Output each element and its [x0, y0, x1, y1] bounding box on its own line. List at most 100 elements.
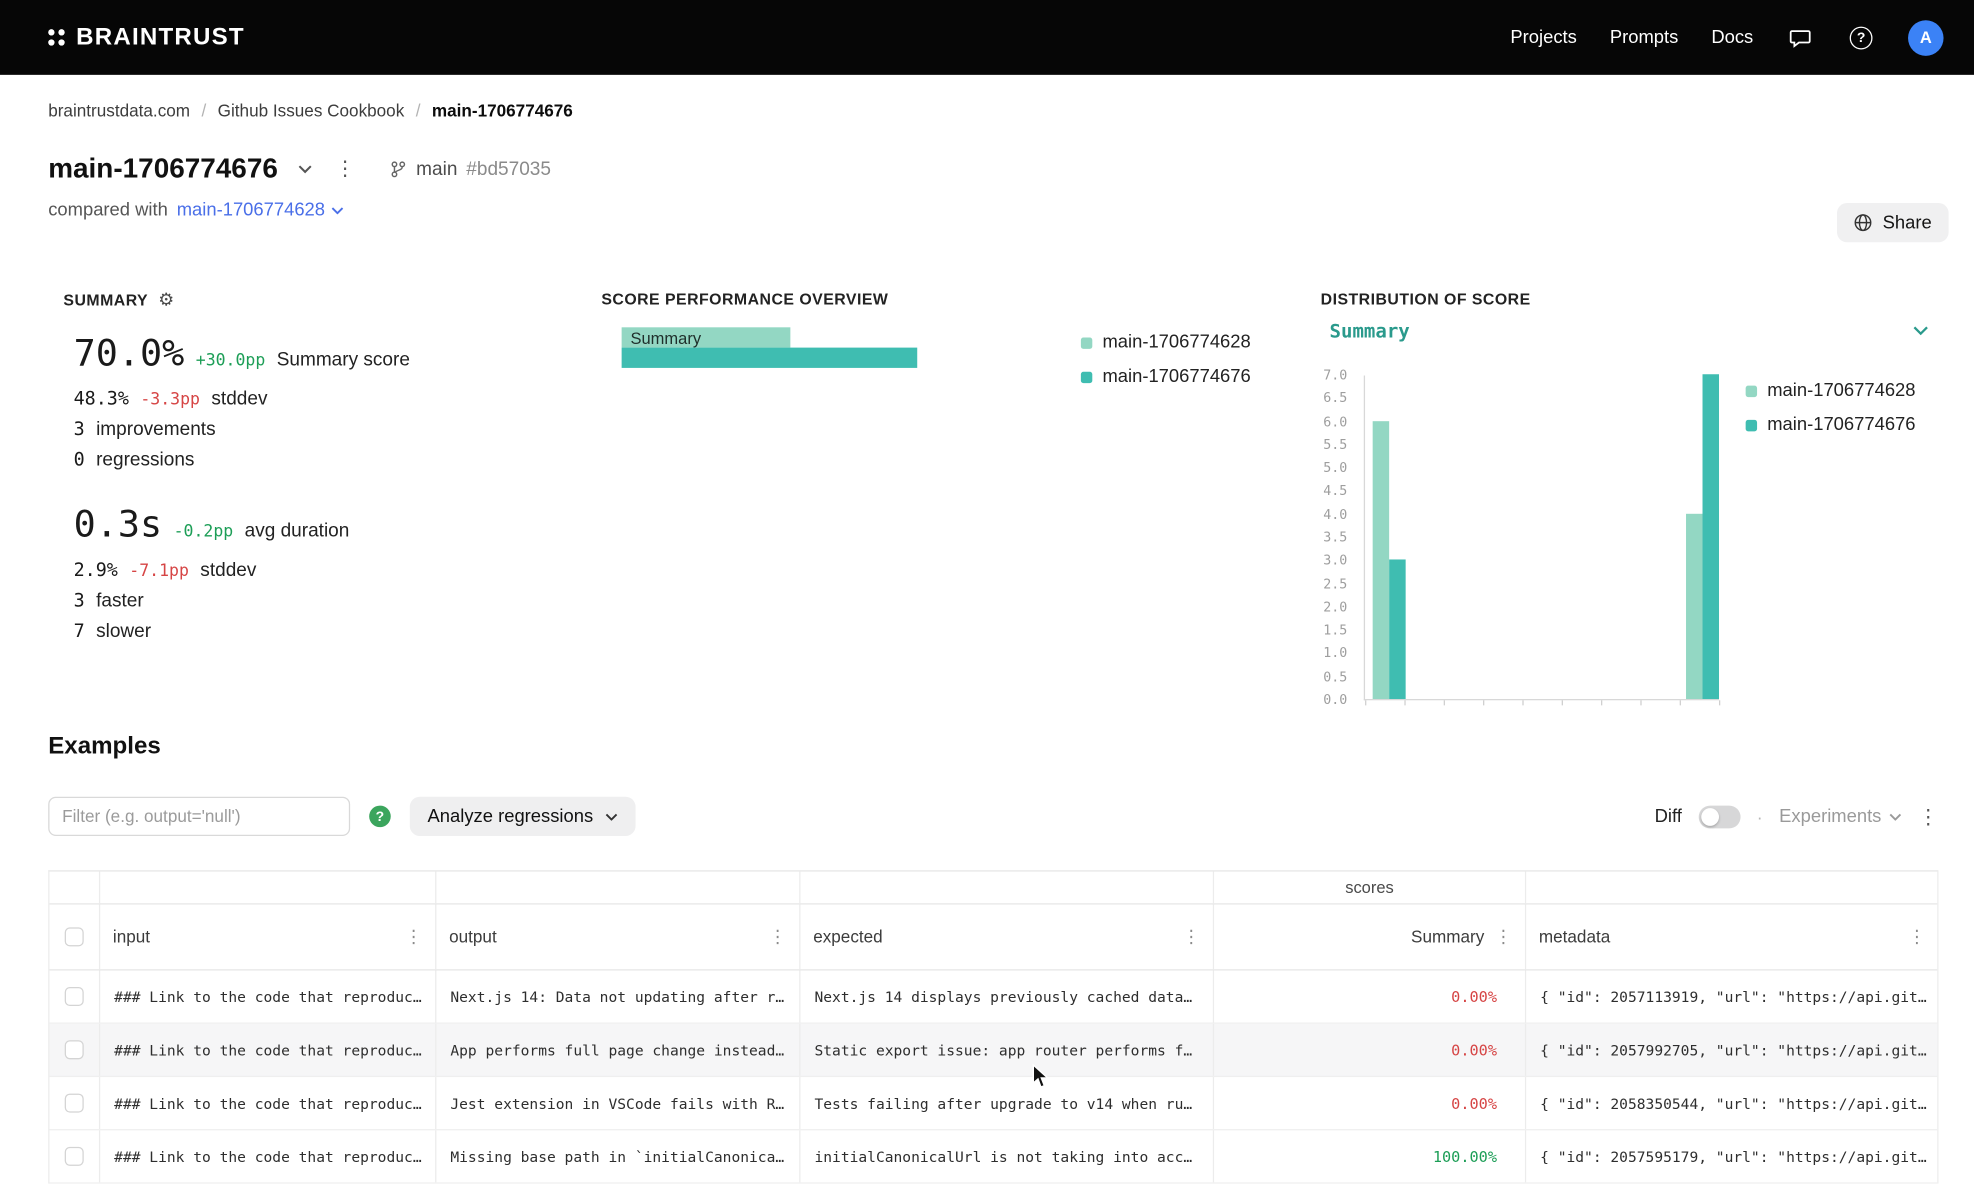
cell-expected: Tests failing after upgrade to v14 when … [799, 1077, 1213, 1129]
cell-metadata: { "id": 2057992705, "url": "https://api.… [1525, 1024, 1939, 1076]
comparison-experiment-link[interactable]: main-1706774628 [177, 200, 344, 220]
feedback-chat-icon[interactable] [1786, 23, 1814, 51]
y-axis-tick-label: 0.5 [1309, 669, 1347, 684]
branch-name: main [416, 158, 457, 180]
brand-name: BRAINTRUST [76, 23, 245, 51]
cell-summary-score: 100.00% [1213, 1130, 1525, 1182]
breadcrumb: braintrustdata.com / Github Issues Cookb… [48, 101, 573, 120]
x-axis-tick [1601, 700, 1602, 705]
column-menu-icon[interactable]: ⋮ [769, 928, 787, 946]
col-header-input: input [113, 927, 150, 946]
faster-label: faster [96, 586, 144, 615]
x-axis-tick [1483, 700, 1484, 705]
x-axis-tick [1562, 700, 1563, 705]
filter-help-icon[interactable]: ? [369, 806, 391, 828]
regressions-label: regressions [96, 445, 194, 474]
table-row[interactable]: ### Link to the code that reproduc… Next… [49, 971, 1937, 1024]
table-header-row: input⋮ output⋮ expected⋮ Summary⋮ metada… [49, 905, 1937, 971]
duration-stddev-delta: -7.1pp [129, 557, 189, 586]
git-branch-icon [390, 159, 408, 178]
legend-label: main-1706774628 [1102, 332, 1250, 352]
breadcrumb-current: main-1706774676 [432, 101, 573, 120]
cell-metadata: { "id": 2057595179, "url": "https://api.… [1525, 1130, 1939, 1182]
chevron-down-icon [1913, 326, 1928, 336]
distribution-panel-title: DISTRIBUTION OF SCORE [1321, 291, 1531, 309]
mouse-cursor [1031, 1063, 1050, 1090]
legend-item: main-1706774676 [1746, 415, 1916, 435]
faster-count: 3 [74, 587, 85, 616]
duration-stddev-label: stddev [200, 556, 256, 585]
table-row[interactable]: ### Link to the code that reproduc… Jest… [49, 1077, 1937, 1130]
improvements-label: improvements [96, 415, 216, 444]
globe-icon [1853, 213, 1872, 232]
row-checkbox[interactable] [65, 1040, 84, 1059]
row-checkbox[interactable] [65, 987, 84, 1006]
gear-icon[interactable]: ⚙ [158, 291, 174, 311]
experiment-header: main-1706774676 ⋮ main #bd57035 [48, 152, 551, 185]
table-row[interactable]: ### Link to the code that reproduc… Miss… [49, 1130, 1937, 1183]
chevron-down-icon [605, 813, 618, 821]
select-all-checkbox[interactable] [65, 927, 84, 946]
score-stddev-value: 48.3% [74, 386, 129, 415]
score-overview-title: SCORE PERFORMANCE OVERVIEW [601, 291, 888, 309]
cell-expected: Next.js 14 displays previously cached da… [799, 971, 1213, 1023]
scores-group-header: scores [1213, 872, 1525, 904]
distribution-plot [1364, 376, 1719, 701]
page-title: main-1706774676 [48, 152, 278, 185]
share-button[interactable]: Share [1837, 203, 1948, 242]
commit-hash: #bd57035 [466, 158, 551, 180]
experiments-dropdown[interactable]: Experiments [1779, 806, 1902, 826]
view-controls: Diff · Experiments ⋮ [1655, 797, 1939, 836]
nav-link-docs[interactable]: Docs [1711, 27, 1753, 47]
chevron-down-icon [1889, 813, 1902, 821]
x-axis-tick [1404, 700, 1405, 705]
row-checkbox[interactable] [65, 1147, 84, 1166]
summary-score-value: 70.0% [74, 330, 185, 376]
chevron-down-icon [331, 207, 344, 215]
filter-input[interactable] [48, 797, 350, 836]
distribution-metric-selector[interactable]: Summary [1330, 320, 1929, 343]
title-kebab-menu-icon[interactable]: ⋮ [331, 155, 359, 183]
column-menu-icon[interactable]: ⋮ [1494, 928, 1512, 946]
table-options-kebab-icon[interactable]: ⋮ [1918, 806, 1938, 826]
overview-bar-label: Summary [631, 329, 702, 348]
nav-link-prompts[interactable]: Prompts [1610, 27, 1679, 47]
dot-separator: · [1757, 806, 1763, 826]
table-row[interactable]: ### Link to the code that reproduc… App … [49, 1024, 1937, 1077]
improvements-count: 3 [74, 416, 85, 445]
summary-score-label: Summary score [277, 337, 410, 383]
summary-panel-title: SUMMARY ⚙ [63, 291, 174, 311]
brand-logo[interactable]: BRAINTRUST [48, 23, 245, 51]
title-chevron-down-icon[interactable] [291, 155, 319, 183]
column-menu-icon[interactable]: ⋮ [405, 928, 423, 946]
analyze-regressions-button[interactable]: Analyze regressions [410, 797, 635, 836]
cell-output: Next.js 14: Data not updating after r… [435, 971, 799, 1023]
breadcrumb-org[interactable]: braintrustdata.com [48, 101, 190, 120]
slower-label: slower [96, 617, 151, 646]
summary-metrics: 70.0% +30.0pp Summary score 48.3% -3.3pp… [74, 330, 410, 647]
breadcrumb-project[interactable]: Github Issues Cookbook [218, 101, 405, 120]
cell-expected: Static export issue: app router performs… [799, 1024, 1213, 1076]
y-axis-tick-label: 7.0 [1309, 368, 1347, 383]
legend-swatch-icon [1081, 337, 1092, 348]
row-checkbox[interactable] [65, 1094, 84, 1113]
histogram-bar [1389, 560, 1405, 699]
help-icon[interactable]: ? [1847, 23, 1875, 51]
cell-input: ### Link to the code that reproduc… [99, 1024, 435, 1076]
column-menu-icon[interactable]: ⋮ [1908, 928, 1926, 946]
score-stddev-label: stddev [211, 384, 267, 413]
y-axis-tick-label: 0.0 [1309, 693, 1347, 708]
x-axis-tick [1365, 700, 1366, 705]
y-axis-tick-label: 5.5 [1309, 437, 1347, 452]
examples-heading: Examples [48, 733, 161, 761]
y-axis-tick-label: 2.5 [1309, 577, 1347, 592]
summary-score-delta: +30.0pp [196, 339, 266, 385]
histogram-bar [1686, 513, 1702, 699]
y-axis-tick-label: 3.5 [1309, 530, 1347, 545]
nav-link-projects[interactable]: Projects [1510, 27, 1576, 47]
cell-summary-score: 0.00% [1213, 971, 1525, 1023]
diff-toggle[interactable] [1698, 805, 1740, 828]
user-avatar[interactable]: A [1908, 20, 1944, 56]
column-menu-icon[interactable]: ⋮ [1182, 928, 1200, 946]
cell-expected: initialCanonicalUrl is not taking into a… [799, 1130, 1213, 1182]
